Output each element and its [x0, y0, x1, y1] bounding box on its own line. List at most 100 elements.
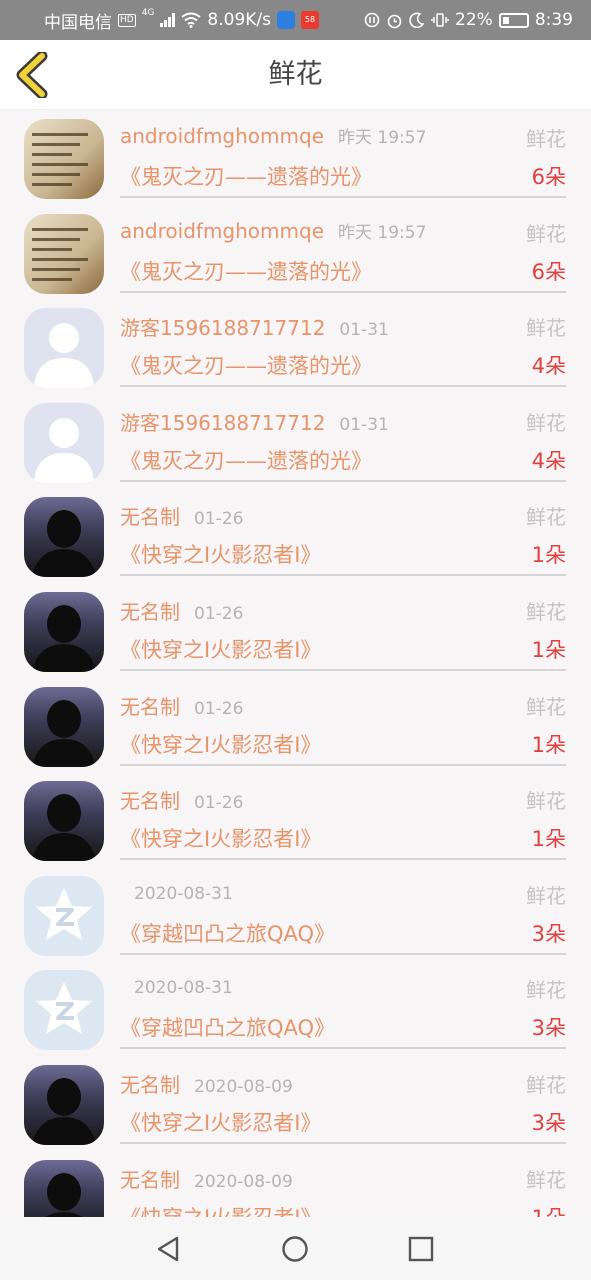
- record-content: 无名制 2020-08-09 鲜花《快穿之I火影忍者I》 1朵: [120, 1156, 566, 1217]
- vibrate-icon: [431, 13, 449, 27]
- record-header: 游客1596188717712 01-31: [120, 407, 389, 436]
- username[interactable]: 无名制: [120, 789, 180, 813]
- gift-type-label: 鲜花: [526, 789, 566, 814]
- record-header: 无名制 01-26: [120, 501, 243, 530]
- book-title-link[interactable]: 《穿越凹凸之旅QAQ》: [120, 918, 335, 948]
- book-title-link[interactable]: 《穿越凹凸之旅QAQ》: [120, 1012, 335, 1042]
- record-header: 2020-08-31: [120, 880, 233, 904]
- username[interactable]: androidfmghommqe: [120, 124, 324, 148]
- book-title-link[interactable]: 《快穿之I火影忍者I》: [120, 1107, 321, 1137]
- username[interactable]: 无名制: [120, 600, 180, 624]
- nfc-icon: [364, 12, 380, 28]
- gift-type-label: 鲜花: [526, 127, 566, 151]
- user-avatar[interactable]: [24, 1159, 104, 1217]
- app-badge-icon: 58: [301, 11, 319, 29]
- gift-record-row[interactable]: 游客1596188717712 01-31 鲜花 《鬼灭之刃——遗落的光》 4朵: [0, 300, 591, 395]
- username[interactable]: 无名制: [120, 1168, 180, 1192]
- user-avatar[interactable]: [24, 1064, 104, 1145]
- record-content: 无名制 01-26 鲜花 《快穿之I火影忍者I》 1朵: [120, 683, 566, 766]
- gift-record-row[interactable]: 无名制 2020-08-09 鲜花《快穿之I火影忍者I》 3朵: [0, 1057, 591, 1152]
- timestamp: 01-26: [194, 793, 244, 814]
- gift-type-label: 鲜花: [526, 694, 566, 719]
- gift-record-row[interactable]: 2020-08-31 鲜花 《穿越凹凸之旅QAQ》 3朵: [0, 868, 591, 963]
- recents-square-icon[interactable]: [407, 1235, 435, 1263]
- record-header: 无名制 2020-08-09: [120, 1069, 293, 1098]
- flower-count: 3朵: [531, 1016, 566, 1041]
- record-content: 游客1596188717712 01-31 鲜花 《鬼灭之刃——遗落的光》 4朵: [120, 399, 566, 482]
- user-avatar[interactable]: [24, 875, 104, 956]
- flower-count: 1朵: [532, 1202, 566, 1217]
- book-title-link[interactable]: 《鬼灭之刃——遗落的光》: [120, 256, 372, 286]
- book-title-link[interactable]: 《鬼灭之刃——遗落的光》: [120, 445, 372, 475]
- back-triangle-icon[interactable]: [155, 1235, 183, 1263]
- user-avatar[interactable]: [24, 308, 104, 389]
- carrier-label: 中国电信: [44, 12, 112, 33]
- record-header: androidfmghommqe 昨天 19:57: [120, 123, 426, 148]
- record-content: 无名制 01-26 鲜花 《快穿之I火影忍者I》 1朵: [120, 493, 566, 577]
- user-avatar[interactable]: [24, 497, 104, 578]
- timestamp: 01-26: [194, 603, 244, 624]
- username[interactable]: 无名制: [120, 1073, 180, 1097]
- book-title-link[interactable]: 《鬼灭之刃——遗落的光》: [120, 161, 372, 191]
- gift-record-row[interactable]: androidfmghommqe 昨天 19:57 鲜花《鬼灭之刃——遗落的光》 6朵: [0, 206, 591, 301]
- book-title-link[interactable]: 《快穿之I火影忍者I》: [120, 1202, 321, 1217]
- gift-record-list[interactable]: androidfmghommqe 昨天 19:57 鲜花 《鬼灭之刃——遗落的光》 6朵…: [0, 111, 591, 1217]
- gift-record-row[interactable]: 无名制 01-26 鲜花 《快穿之I火影忍者I》 1朵: [0, 584, 591, 679]
- username[interactable]: 无名制: [120, 505, 180, 529]
- flower-count: 4朵: [531, 354, 566, 379]
- record-header: 2020-08-31: [120, 974, 233, 998]
- flower-count: 4朵: [531, 448, 566, 473]
- timestamp: 昨天 19:57: [338, 222, 427, 243]
- timestamp: 2020-08-31: [134, 978, 233, 999]
- user-avatar[interactable]: [24, 591, 104, 672]
- gift-type-label: 鲜花: [526, 316, 566, 341]
- user-avatar[interactable]: [24, 119, 104, 199]
- record-content: androidfmghommqe 昨天 19:57 鲜花《鬼灭之刃——遗落的光》 6朵: [120, 115, 566, 198]
- gift-record-row[interactable]: 无名制 2020-08-09 鲜花《快穿之I火影忍者I》 1朵: [0, 1152, 591, 1217]
- username[interactable]: 游客1596188717712: [120, 316, 325, 340]
- user-avatar[interactable]: [24, 686, 104, 767]
- clock-label: 8:39: [534, 10, 573, 30]
- home-circle-icon[interactable]: [281, 1235, 309, 1263]
- book-title-link[interactable]: 《快穿之I火影忍者I》: [120, 823, 321, 853]
- book-title-link[interactable]: 《快穿之I火影忍者I》: [120, 634, 321, 664]
- book-title-link[interactable]: 《快穿之I火影忍者I》: [120, 729, 321, 759]
- flower-count: 1朵: [531, 543, 566, 568]
- username[interactable]: androidfmghommqe: [120, 219, 324, 243]
- timestamp: 2020-08-31: [134, 883, 233, 904]
- flower-count: 6朵: [531, 165, 566, 189]
- flower-count: 3朵: [531, 1110, 566, 1135]
- book-title-link[interactable]: 《鬼灭之刃——遗落的光》: [120, 350, 372, 380]
- record-content: 无名制 2020-08-09 鲜花《快穿之I火影忍者I》 3朵: [120, 1061, 566, 1144]
- gift-type-label: 鲜花: [526, 221, 566, 246]
- record-header: 无名制 2020-08-09: [120, 1164, 293, 1193]
- user-avatar[interactable]: [24, 781, 104, 862]
- book-title-link[interactable]: 《快穿之I火影忍者I》: [120, 539, 321, 569]
- user-avatar[interactable]: [24, 970, 104, 1051]
- username[interactable]: 游客1596188717712: [120, 411, 325, 435]
- gift-record-row[interactable]: 2020-08-31 鲜花 《穿越凹凸之旅QAQ》 3朵: [0, 962, 591, 1057]
- title-bar: 鲜花: [0, 40, 591, 110]
- gift-record-row[interactable]: 无名制 01-26 鲜花 《快穿之I火影忍者I》 1朵: [0, 679, 591, 774]
- gift-record-row[interactable]: 游客1596188717712 01-31 鲜花 《鬼灭之刃——遗落的光》 4朵: [0, 395, 591, 490]
- battery-percent-label: 22%: [455, 10, 493, 30]
- gift-record-row[interactable]: androidfmghommqe 昨天 19:57 鲜花《鬼灭之刃——遗落的光》 6朵: [0, 111, 591, 206]
- timestamp: 01-31: [339, 414, 389, 435]
- username[interactable]: 无名制: [120, 695, 180, 719]
- timestamp: 2020-08-09: [194, 1076, 293, 1097]
- flower-count: 1朵: [531, 827, 566, 852]
- timestamp: 昨天 19:57: [338, 128, 427, 148]
- record-content: 无名制 01-26 鲜花《快穿之I火影忍者I》 1朵: [120, 777, 566, 861]
- flower-count: 3朵: [531, 921, 566, 946]
- gift-record-row[interactable]: 无名制 01-26 鲜花《快穿之I火影忍者I》 1朵: [0, 773, 591, 868]
- record-content: androidfmghommqe 昨天 19:57 鲜花《鬼灭之刃——遗落的光》 6朵: [120, 210, 566, 293]
- user-avatar[interactable]: [24, 402, 104, 483]
- gift-type-label: 鲜花: [526, 599, 566, 624]
- user-avatar[interactable]: [24, 213, 104, 294]
- gift-record-row[interactable]: 无名制 01-26 鲜花 《快穿之I火影忍者I》 1朵: [0, 489, 591, 584]
- app-notification-icon: [277, 11, 295, 29]
- record-content: 无名制 01-26 鲜花 《快穿之I火影忍者I》 1朵: [120, 588, 566, 671]
- battery-icon: [498, 12, 529, 28]
- gift-type-label: 鲜花: [526, 1072, 566, 1097]
- flower-count: 6朵: [531, 259, 566, 284]
